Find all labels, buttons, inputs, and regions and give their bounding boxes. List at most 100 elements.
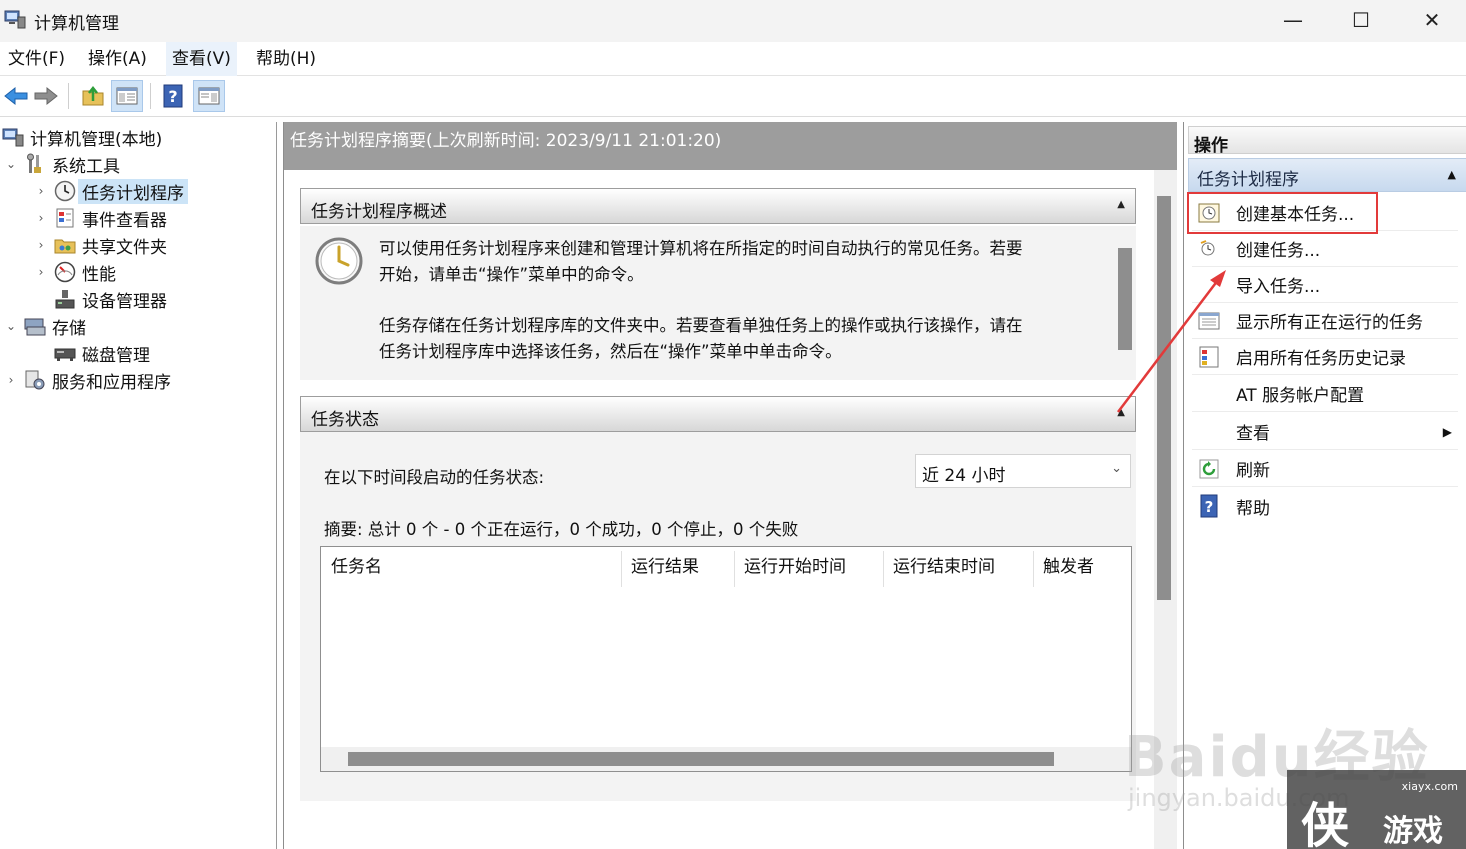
forward-arrow-icon[interactable]	[30, 80, 62, 112]
device-manager-icon	[54, 288, 76, 310]
tree-item-device-manager[interactable]: 设备管理器	[54, 286, 167, 312]
maximize-button[interactable]: ☐	[1326, 0, 1396, 40]
tree-item-label: 任务计划程序	[78, 178, 188, 204]
chevron-right-icon[interactable]: ›	[34, 184, 48, 198]
scrollbar-thumb[interactable]	[348, 752, 1054, 766]
overview-paragraph-line: 任务存储在任务计划程序库的文件夹中。若要查看单独任务上的操作或执行该操作，请在	[379, 316, 1023, 335]
chevron-right-icon[interactable]: ›	[34, 238, 48, 252]
actions-header: 操作	[1188, 126, 1466, 156]
tree-item-event-viewer[interactable]: › 事件查看器	[34, 205, 167, 231]
collapse-icon[interactable]: ▲	[1448, 168, 1456, 181]
tools-icon	[24, 153, 46, 175]
action-label: 导入任务...	[1236, 277, 1321, 297]
computer-management-icon	[4, 8, 26, 30]
period-select[interactable]: 近 24 小时 ⌄	[915, 454, 1131, 488]
status-section-header[interactable]: 任务状态 ▲	[300, 396, 1136, 432]
tree-item-services-apps[interactable]: › 服务和应用程序	[4, 367, 171, 393]
status-summary: 摘要: 总计 0 个 - 0 个正在运行，0 个成功，0 个停止，0 个失败	[324, 520, 799, 539]
task-status-table: 任务名 运行结果 运行开始时间 运行结束时间 触发者	[320, 546, 1132, 772]
clock-icon	[54, 180, 76, 202]
tree-item-storage[interactable]: ⌄ 存储	[4, 313, 86, 339]
status-title: 任务状态	[311, 410, 379, 430]
close-button[interactable]: ✕	[1397, 0, 1466, 40]
action-help[interactable]: ? 帮助	[1192, 488, 1458, 524]
minimize-button[interactable]: —	[1258, 0, 1328, 40]
chevron-right-icon[interactable]: ›	[4, 373, 18, 387]
performance-icon	[54, 261, 76, 283]
overview-paragraph-line: 开始，请单击“操作”菜单中的命令。	[379, 265, 644, 284]
tree-item-task-scheduler[interactable]: › 任务计划程序	[34, 178, 188, 204]
computer-management-window: 计算机管理 — ☐ ✕ 文件(F) 操作(A) 查看(V) 帮助(H) ? 计算…	[0, 0, 1466, 849]
chevron-down-icon[interactable]: ⌄	[4, 157, 18, 171]
action-pane-icon[interactable]	[193, 80, 225, 112]
column-header-triggered-by[interactable]: 触发者	[1033, 547, 1094, 587]
scrollbar-thumb[interactable]	[1157, 196, 1171, 600]
disk-icon	[54, 342, 76, 364]
tree-item-disk-management[interactable]: 磁盘管理	[54, 340, 150, 366]
chevron-right-icon[interactable]: ›	[34, 211, 48, 225]
collapse-icon[interactable]: ▲	[1117, 407, 1125, 418]
submenu-arrow-icon: ▶	[1442, 424, 1452, 439]
overview-title: 任务计划程序概述	[311, 202, 447, 222]
overview-section-header[interactable]: 任务计划程序概述 ▲	[300, 188, 1136, 224]
table-horizontal-scrollbar[interactable]	[321, 747, 1131, 771]
column-header-run-start[interactable]: 运行开始时间	[734, 547, 846, 587]
menu-action[interactable]: 操作(A)	[82, 42, 153, 76]
refresh-icon	[1196, 456, 1222, 482]
site-logo-url: xiayx.com	[1401, 780, 1458, 793]
chevron-down-icon: ⌄	[1111, 461, 1122, 476]
overview-paragraph-line: 任务计划程序库中选择该任务，然后在“操作”菜单中单击命令。	[379, 342, 842, 361]
menu-bar: 文件(F) 操作(A) 查看(V) 帮助(H)	[0, 42, 1466, 76]
tree-item-label: 存储	[52, 318, 86, 339]
chevron-down-icon[interactable]: ⌄	[4, 319, 18, 333]
action-show-running-tasks[interactable]: 显示所有正在运行的任务	[1192, 303, 1458, 339]
menu-view[interactable]: 查看(V)	[166, 42, 237, 76]
actions-section-header[interactable]: 任务计划程序 ▲	[1188, 158, 1466, 192]
title-bar: 计算机管理 — ☐ ✕	[0, 0, 1466, 42]
action-enable-task-history[interactable]: 启用所有任务历史记录	[1192, 339, 1458, 375]
period-select-value: 近 24 小时	[922, 466, 1006, 486]
collapse-icon[interactable]: ▲	[1117, 199, 1125, 210]
console-tree-icon[interactable]	[111, 80, 143, 112]
action-view[interactable]: 查看 ▶	[1192, 414, 1458, 450]
svg-text:?: ?	[168, 87, 177, 106]
menu-help[interactable]: 帮助(H)	[250, 42, 322, 76]
column-header-run-end[interactable]: 运行结束时间	[883, 547, 995, 587]
site-logo-name: 游戏	[1383, 814, 1443, 849]
site-logo-glyph: 侠	[1301, 798, 1350, 849]
folder-up-icon[interactable]	[77, 80, 109, 112]
summary-header-text: 任务计划程序摘要(上次刷新时间: 2023/9/11 21:01:20)	[290, 131, 722, 151]
tree-item-label: 服务和应用程序	[52, 372, 171, 393]
overview-body: 可以使用任务计划程序来创建和管理计算机将在所指定的时间自动执行的常见任务。若要 …	[300, 226, 1136, 380]
toolbar-separator	[150, 83, 151, 109]
site-logo: xiayx.com 侠 游戏	[1287, 770, 1466, 849]
action-at-service-config[interactable]: AT 服务帐户配置	[1192, 376, 1458, 412]
task-history-icon	[1196, 344, 1222, 370]
action-import-task[interactable]: 导入任务...	[1192, 267, 1458, 303]
chevron-right-icon[interactable]: ›	[34, 265, 48, 279]
tree-item-shared-folders[interactable]: › 共享文件夹	[34, 232, 167, 258]
tree-item-root[interactable]: 计算机管理(本地)	[2, 124, 162, 150]
help-icon[interactable]: ?	[157, 80, 189, 112]
toolbar-separator	[68, 83, 69, 109]
action-create-task[interactable]: 创建任务...	[1192, 231, 1458, 267]
running-tasks-icon	[1196, 308, 1222, 334]
overview-scrollbar[interactable]	[1118, 248, 1132, 350]
svg-text:?: ?	[1205, 498, 1214, 516]
tree-item-system-tools[interactable]: ⌄ 系统工具	[4, 151, 120, 177]
storage-icon	[24, 315, 46, 337]
column-header-run-result[interactable]: 运行结果	[621, 547, 699, 587]
results-pane: 任务计划程序摘要(上次刷新时间: 2023/9/11 21:01:20) 任务计…	[283, 122, 1177, 849]
period-label: 在以下时间段启动的任务状态:	[324, 468, 545, 487]
action-refresh[interactable]: 刷新	[1192, 451, 1458, 487]
actions-header-text: 操作	[1194, 136, 1228, 156]
tree-item-label: 计算机管理(本地)	[30, 129, 163, 150]
tree-item-performance[interactable]: › 性能	[34, 259, 116, 285]
menu-file[interactable]: 文件(F)	[2, 42, 71, 76]
column-header-task-name[interactable]: 任务名	[321, 547, 382, 587]
action-label: 启用所有任务历史记录	[1236, 349, 1406, 369]
console-tree: 计算机管理(本地) ⌄ 系统工具 › 任务计划程序 › 事件查看器 › 共享文件…	[0, 122, 277, 849]
tree-item-label: 磁盘管理	[82, 345, 150, 366]
back-arrow-icon[interactable]	[0, 80, 32, 112]
tree-item-label: 共享文件夹	[82, 237, 167, 258]
